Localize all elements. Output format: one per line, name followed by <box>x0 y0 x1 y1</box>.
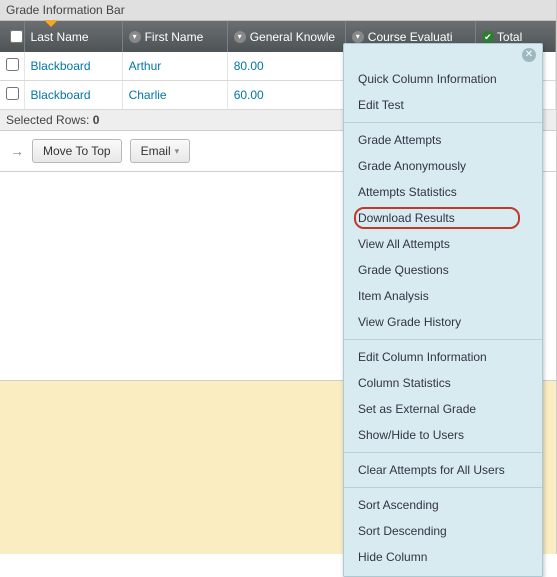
menu-separator <box>344 122 542 123</box>
select-all-checkbox[interactable] <box>10 30 23 43</box>
menu-item[interactable]: Grade Anonymously <box>344 153 542 179</box>
menu-item[interactable]: Quick Column Information <box>344 66 542 92</box>
column-header-label: First Name <box>145 30 204 44</box>
column-context-menu: ✕ Quick Column Information Edit Test Grade… <box>343 43 543 577</box>
menu-item-label: Quick Column Information <box>358 72 497 86</box>
menu-item[interactable]: Grade Attempts <box>344 127 542 153</box>
close-icon[interactable]: ✕ <box>522 48 536 62</box>
cell-grade[interactable]: 60.00 <box>227 81 345 110</box>
arrow-right-icon: → <box>10 143 24 159</box>
menu-item-label: Sort Ascending <box>358 498 439 512</box>
column-header-general-knowledge[interactable]: ▾ General Knowle <box>227 21 345 52</box>
menu-item[interactable]: Grade Questions <box>344 257 542 283</box>
menu-item[interactable]: Download Results <box>344 205 542 231</box>
menu-item[interactable]: Set as External Grade <box>344 396 542 422</box>
column-header-label: Total <box>497 30 522 44</box>
menu-item-label: Item Analysis <box>358 289 429 303</box>
email-button[interactable]: Email ▾ <box>130 139 191 163</box>
grade-info-bar-title: Grade Information Bar <box>6 3 125 17</box>
column-header-label: Last Name <box>31 30 89 44</box>
menu-item-label: Edit Test <box>358 98 404 112</box>
column-header-label: General Knowle <box>250 30 335 44</box>
menu-item-label: Hide Column <box>358 550 427 564</box>
menu-separator <box>344 452 542 453</box>
menu-item-label: Download Results <box>358 211 455 225</box>
menu-item-label: Grade Questions <box>358 263 449 277</box>
menu-item-label: Attempts Statistics <box>358 185 457 199</box>
selected-rows-count: 0 <box>93 113 100 127</box>
column-header-last-name[interactable]: Last Name <box>24 21 122 52</box>
expand-arrow-icon <box>44 20 58 27</box>
button-label: Email <box>141 144 171 158</box>
cell-last-name[interactable]: Blackboard <box>24 52 122 81</box>
menu-item-label: View Grade History <box>358 315 461 329</box>
chevron-down-icon: ▾ <box>175 146 180 157</box>
move-to-top-button[interactable]: Move To Top <box>32 139 122 163</box>
button-label: Move To Top <box>43 144 111 158</box>
menu-item[interactable]: Edit Column Information <box>344 344 542 370</box>
menu-item-label: Sort Descending <box>358 524 447 538</box>
menu-item[interactable]: Edit Test <box>344 92 542 118</box>
menu-item-label: Show/Hide to Users <box>358 428 464 442</box>
cell-first-name[interactable]: Charlie <box>122 81 227 110</box>
menu-item[interactable]: Sort Descending <box>344 518 542 544</box>
menu-separator <box>344 339 542 340</box>
check-icon: ✔ <box>482 31 494 43</box>
column-header-label: Course Evaluati <box>368 30 453 44</box>
menu-item[interactable]: View All Attempts <box>344 231 542 257</box>
row-checkbox[interactable] <box>6 87 19 100</box>
menu-separator <box>344 487 542 488</box>
cell-grade[interactable]: 80.00 <box>227 52 345 81</box>
menu-item-label: View All Attempts <box>358 237 450 251</box>
chevron-down-icon: ▾ <box>352 31 364 43</box>
menu-item[interactable]: Column Statistics <box>344 370 542 396</box>
chevron-down-icon: ▾ <box>234 31 246 43</box>
menu-item-label: Clear Attempts for All Users <box>358 463 505 477</box>
select-all-header[interactable] <box>0 21 24 52</box>
menu-item[interactable]: Attempts Statistics <box>344 179 542 205</box>
menu-item[interactable]: Show/Hide to Users <box>344 422 542 448</box>
chevron-down-icon: ▾ <box>129 31 141 43</box>
menu-item-label: Set as External Grade <box>358 402 476 416</box>
column-header-first-name[interactable]: ▾ First Name <box>122 21 227 52</box>
menu-item[interactable]: View Grade History <box>344 309 542 335</box>
cell-last-name[interactable]: Blackboard <box>24 81 122 110</box>
menu-item[interactable]: Hide Column <box>344 544 542 570</box>
menu-item-label: Grade Anonymously <box>358 159 466 173</box>
menu-item-label: Column Statistics <box>358 376 451 390</box>
menu-item-label: Edit Column Information <box>358 350 487 364</box>
menu-item[interactable]: Item Analysis <box>344 283 542 309</box>
menu-item-label: Grade Attempts <box>358 133 441 147</box>
cell-first-name[interactable]: Arthur <box>122 52 227 81</box>
row-checkbox[interactable] <box>6 58 19 71</box>
selected-rows-label: Selected Rows: <box>6 113 89 127</box>
menu-item[interactable]: Clear Attempts for All Users <box>344 457 542 483</box>
menu-item[interactable]: Sort Ascending <box>344 492 542 518</box>
grade-info-bar[interactable]: Grade Information Bar <box>0 0 556 21</box>
